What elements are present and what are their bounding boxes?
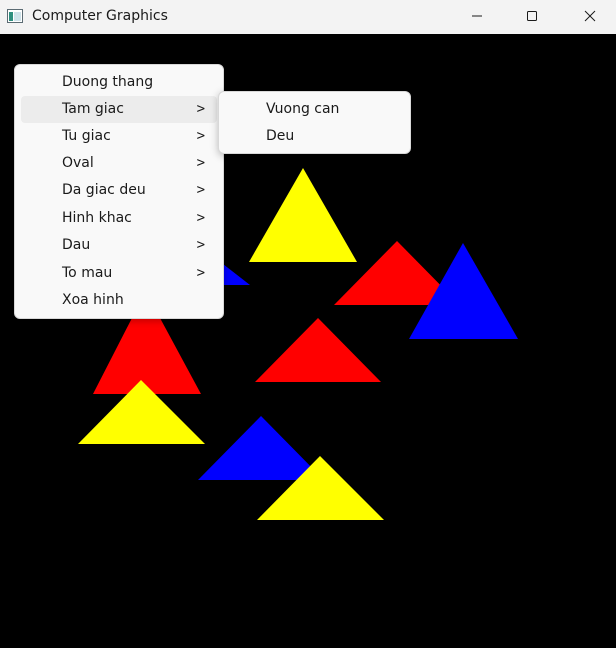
submenu-item-vuong-can[interactable]: Vuong can: [225, 96, 404, 123]
menu-item-label: Vuong can: [266, 101, 340, 117]
maximize-icon: [527, 11, 537, 21]
menu-item-label: Tam giac: [62, 101, 124, 117]
menu-item-label: Xoa hinh: [62, 292, 124, 308]
menu-item-label: Da giac deu: [62, 182, 146, 198]
menu-item-label: Deu: [266, 128, 295, 144]
menu-item-to-mau[interactable]: To mau >: [21, 260, 217, 287]
close-button[interactable]: [567, 0, 613, 32]
chevron-right-icon: >: [196, 155, 205, 171]
app-window-icon: [7, 9, 23, 23]
chevron-right-icon: >: [196, 237, 205, 253]
title-bar: Computer Graphics: [0, 0, 616, 34]
menu-item-tam-giac[interactable]: Tam giac >: [21, 96, 217, 123]
submenu-tam-giac: Vuong can Deu: [218, 91, 411, 154]
chevron-right-icon: >: [196, 182, 205, 198]
menu-item-tu-giac[interactable]: Tu giac >: [21, 123, 217, 150]
menu-item-label: Dau: [62, 237, 91, 253]
close-icon: [584, 10, 596, 22]
maximize-button[interactable]: [509, 0, 555, 32]
context-menu: Duong thang Tam giac > Tu giac > Oval > …: [14, 64, 224, 319]
menu-item-dau[interactable]: Dau >: [21, 232, 217, 259]
menu-item-label: Oval: [62, 155, 94, 171]
window-title: Computer Graphics: [32, 8, 168, 24]
chevron-right-icon: >: [196, 101, 205, 117]
menu-item-label: Hinh khac: [62, 210, 132, 226]
chevron-right-icon: >: [196, 210, 205, 226]
triangle-red: [255, 318, 381, 382]
minimize-button[interactable]: [454, 0, 500, 32]
menu-item-label: Duong thang: [62, 74, 154, 90]
menu-item-label: Tu giac: [62, 128, 111, 144]
minimize-icon: [472, 15, 482, 17]
menu-item-duong-thang[interactable]: Duong thang: [21, 69, 217, 96]
triangle-red: [93, 318, 201, 394]
triangle-blue: [198, 416, 324, 480]
menu-item-da-giac-deu[interactable]: Da giac deu >: [21, 177, 217, 204]
triangle-yellow: [249, 168, 357, 262]
menu-item-oval[interactable]: Oval >: [21, 150, 217, 177]
submenu-item-deu[interactable]: Deu: [225, 123, 404, 150]
menu-item-label: To mau: [62, 265, 113, 281]
menu-item-hinh-khac[interactable]: Hinh khac >: [21, 205, 217, 232]
chevron-right-icon: >: [196, 265, 205, 281]
menu-item-xoa-hinh[interactable]: Xoa hinh: [21, 287, 217, 314]
chevron-right-icon: >: [196, 128, 205, 144]
